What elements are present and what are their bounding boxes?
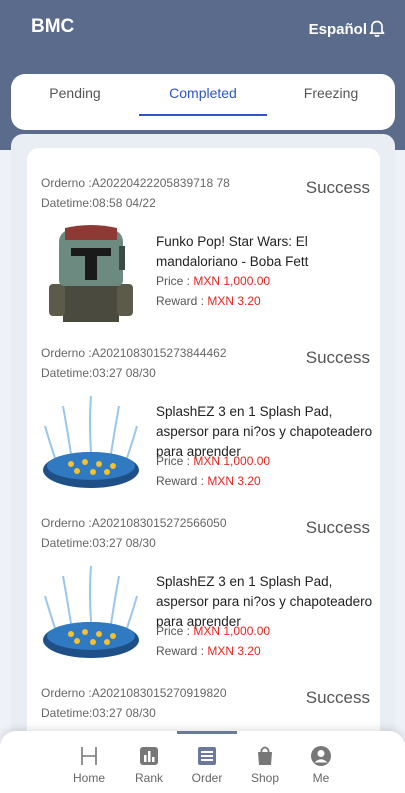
nav-me[interactable]: Me <box>293 731 349 793</box>
order-number: Orderno :A2021083015272566050 <box>41 516 227 530</box>
reward-row: Reward : MXN 3.20 <box>156 474 261 488</box>
active-tab-indicator <box>139 114 267 116</box>
shop-icon <box>258 746 272 765</box>
nav-shop[interactable]: Shop <box>237 731 293 793</box>
price-value: MXN 1,000.00 <box>193 624 271 638</box>
tab-freezing[interactable]: Freezing <box>267 74 395 118</box>
bottom-nav: Home Rank Order Shop Me <box>0 731 405 793</box>
order-item[interactable]: Orderno :A2021083015273844462 Datetime:0… <box>27 318 380 492</box>
nav-me-label: Me <box>312 771 330 785</box>
product-name: SplashEZ 3 en 1 Splash Pad, aspersor par… <box>156 574 373 629</box>
me-icon <box>311 746 331 766</box>
reward-row: Reward : MXN 3.20 <box>156 294 261 308</box>
order-number: Orderno :A2021083015273844462 <box>41 346 227 360</box>
order-number: Orderno :A20220422205839718 78 <box>41 176 230 190</box>
order-number: Orderno :A2021083015270919820 <box>41 686 227 700</box>
reward-value: MXN 3.20 <box>207 644 261 658</box>
status-badge: Success <box>305 178 370 197</box>
rank-icon <box>140 747 158 765</box>
tab-completed[interactable]: Completed <box>139 74 267 118</box>
nav-order[interactable]: Order <box>179 731 235 793</box>
bell-icon[interactable] <box>367 19 387 39</box>
status-badge: Success <box>305 518 370 537</box>
price-row: Price : MXN 1,000.00 <box>156 274 270 288</box>
status-badge: Success <box>305 688 370 707</box>
brand-title: BMC <box>31 16 75 37</box>
order-icon <box>198 747 216 765</box>
reward-value: MXN 3.20 <box>207 294 261 308</box>
order-list[interactable]: Orderno :A20220422205839718 78 Datetime:… <box>27 148 380 793</box>
order-item[interactable]: Orderno :A2021083015272566050 Datetime:0… <box>27 488 380 662</box>
reward-label: Reward : <box>156 644 205 658</box>
reward-label: Reward : <box>156 294 205 308</box>
price-label: Price : <box>156 624 191 638</box>
product-image <box>41 222 141 322</box>
order-datetime: Datetime:03:27 08/30 <box>41 706 156 720</box>
status-badge: Success <box>305 348 370 367</box>
tab-pending[interactable]: Pending <box>11 74 139 118</box>
product-name: Funko Pop! Star Wars: El mandaloriano - … <box>156 234 309 269</box>
product-image <box>41 562 141 662</box>
nav-home[interactable]: Home <box>61 731 117 793</box>
nav-shop-label: Shop <box>250 771 280 785</box>
product-image <box>41 392 141 492</box>
reward-value: MXN 3.20 <box>207 474 261 488</box>
order-status-tabs: Pending Completed Freezing <box>11 74 395 130</box>
language-selector[interactable]: Español <box>309 21 367 38</box>
order-item[interactable]: Orderno :A20220422205839718 78 Datetime:… <box>27 148 380 322</box>
price-label: Price : <box>156 274 191 288</box>
price-value: MXN 1,000.00 <box>193 454 271 468</box>
price-row: Price : MXN 1,000.00 <box>156 624 270 638</box>
product-name: SplashEZ 3 en 1 Splash Pad, aspersor par… <box>156 404 373 459</box>
price-row: Price : MXN 1,000.00 <box>156 454 270 468</box>
order-datetime: Datetime:03:27 08/30 <box>41 536 156 550</box>
order-datetime: Datetime:08:58 04/22 <box>41 196 156 210</box>
nav-rank[interactable]: Rank <box>121 731 177 793</box>
nav-home-label: Home <box>72 771 105 785</box>
reward-row: Reward : MXN 3.20 <box>156 644 261 658</box>
price-label: Price : <box>156 454 191 468</box>
nav-order-label: Order <box>191 771 223 785</box>
order-datetime: Datetime:03:27 08/30 <box>41 366 156 380</box>
price-value: MXN 1,000.00 <box>193 274 271 288</box>
nav-rank-label: Rank <box>134 771 163 785</box>
home-icon <box>81 747 97 765</box>
reward-label: Reward : <box>156 474 205 488</box>
